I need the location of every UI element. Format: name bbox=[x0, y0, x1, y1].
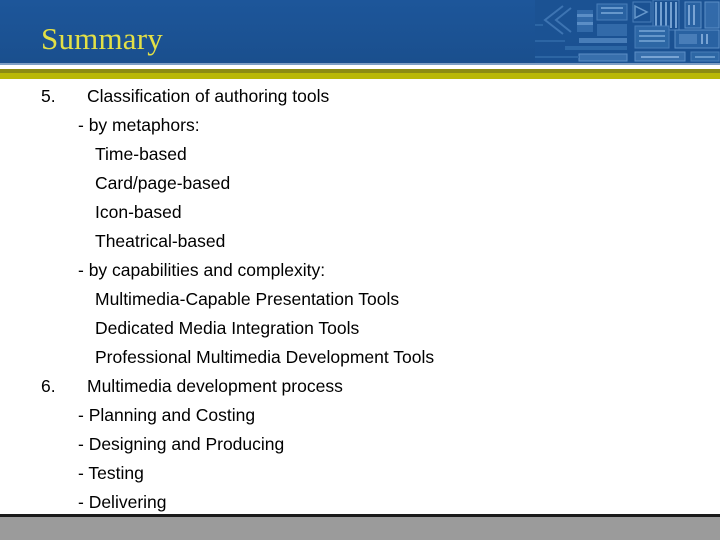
list-item: Theatrical-based bbox=[95, 231, 226, 251]
list-item: Professional Multimedia Development Tool… bbox=[95, 347, 435, 367]
list-item-number: 6. bbox=[41, 376, 56, 396]
list-item: 5. Classification of authoring tools bbox=[41, 86, 329, 106]
presentation-slide: Summary 5. Classification of authoring to… bbox=[0, 0, 720, 540]
list-item-number: 5. bbox=[41, 86, 56, 106]
slide-header: Summary bbox=[0, 0, 720, 69]
list-item: Icon-based bbox=[95, 202, 182, 222]
list-item: - by metaphors: bbox=[78, 115, 200, 135]
list-item: - Designing and Producing bbox=[78, 434, 285, 454]
header-divider-gold-light bbox=[0, 73, 720, 79]
list-item-label: Multimedia development process bbox=[87, 376, 343, 396]
list-item: - Delivering bbox=[78, 492, 167, 512]
list-item: - by capabilities and complexity: bbox=[78, 260, 326, 280]
footer-bar bbox=[0, 517, 720, 540]
circuit-board-decoration-icon bbox=[535, 0, 720, 69]
list-item: Time-based bbox=[95, 144, 187, 164]
list-item: Dedicated Media Integration Tools bbox=[95, 318, 360, 338]
list-item: 6. Multimedia development process bbox=[41, 376, 343, 396]
list-item-label: Classification of authoring tools bbox=[87, 86, 330, 106]
page-title: Summary bbox=[41, 21, 163, 56]
list-item: Multimedia-Capable Presentation Tools bbox=[95, 289, 400, 309]
list-item: - Testing bbox=[78, 463, 144, 483]
list-item: Card/page-based bbox=[95, 173, 231, 193]
list-item: - Planning and Costing bbox=[78, 405, 256, 425]
slide-body: 5. Classification of authoring tools - by… bbox=[0, 86, 720, 514]
